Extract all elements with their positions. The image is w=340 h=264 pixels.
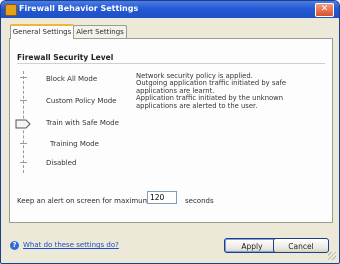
seconds-unit-label: seconds (185, 197, 214, 205)
section-divider (17, 63, 325, 64)
slider-tick (20, 162, 27, 163)
alert-duration-input[interactable] (147, 191, 177, 204)
firewall-app-icon (5, 4, 17, 16)
description-line: Application traffic initiated by the unk… (136, 94, 284, 110)
level-block-all-mode[interactable]: Block All Mode (46, 75, 97, 83)
alert-duration-label: Keep an alert on screen for maximum (17, 197, 150, 205)
help-link[interactable]: What do these settings do? (23, 241, 119, 249)
level-custom-policy-mode[interactable]: Custom Policy Mode (46, 97, 116, 105)
slider-tick (20, 100, 27, 101)
tab-general-settings[interactable]: General Settings (10, 24, 74, 39)
resize-grip[interactable] (328, 252, 336, 260)
firewall-behavior-settings-window: Firewall Behavior Settings ✕ General Set… (0, 0, 340, 264)
description-line: Outgoing application traffic initiated b… (136, 79, 287, 95)
title-bar[interactable]: Firewall Behavior Settings ✕ (1, 1, 339, 18)
level-train-with-safe-mode[interactable]: Train with Safe Mode (46, 119, 119, 127)
window-title: Firewall Behavior Settings (19, 4, 139, 13)
general-settings-panel: Firewall Security Level Block All Mode C… (9, 38, 333, 223)
level-training-mode[interactable]: Training Mode (50, 140, 99, 148)
cancel-button[interactable]: Cancel (273, 238, 329, 253)
tab-alert-settings[interactable]: Alert Settings (73, 25, 127, 38)
slider-tick (20, 143, 27, 144)
close-button[interactable]: ✕ (315, 3, 334, 17)
slider-tick (20, 77, 27, 78)
apply-button[interactable]: Apply (224, 238, 280, 253)
level-disabled[interactable]: Disabled (46, 159, 76, 167)
level-description: Network security policy is applied. Outg… (136, 72, 326, 110)
help-icon[interactable]: ? (10, 241, 19, 250)
slider-thumb[interactable] (15, 119, 31, 129)
section-title: Firewall Security Level (17, 53, 114, 62)
